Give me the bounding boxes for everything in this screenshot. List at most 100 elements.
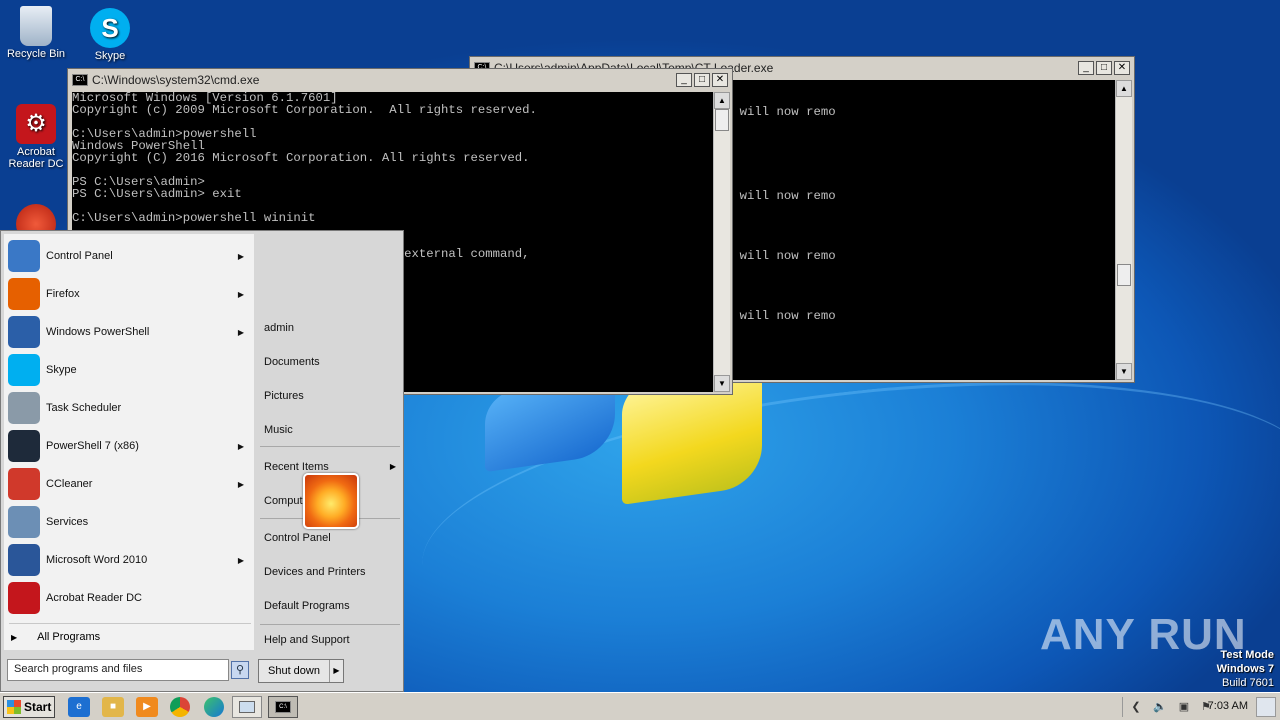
clock-icon (8, 392, 40, 424)
desktop-icon-skype[interactable]: S Skype (74, 8, 146, 62)
start-menu-item-label: CCleaner (46, 478, 93, 490)
start-menu[interactable]: Control Panel ▶ Firefox ▶ Windows PowerShell… (0, 230, 404, 692)
control-panel-icon (8, 240, 40, 272)
start-menu-place-item[interactable]: Devices and Printers (264, 557, 402, 587)
user-avatar[interactable] (303, 473, 359, 529)
chevron-right-icon: ▶ (237, 479, 244, 489)
start-menu-item[interactable]: Task Scheduler (8, 390, 252, 426)
start-menu-place-item[interactable]: Documents (264, 347, 402, 377)
start-menu-place-item[interactable]: admin (264, 313, 402, 343)
chevron-right-icon: ▶ (237, 327, 244, 337)
network-icon[interactable]: ▣ (1177, 700, 1191, 714)
console-icon: C:\ (275, 701, 291, 713)
start-menu-item-label: Control Panel (46, 250, 113, 262)
clock[interactable]: 7:03 AM (1208, 700, 1248, 712)
tray-chevron-icon[interactable]: ❮ (1129, 700, 1143, 714)
media-player-icon[interactable]: ▶ (136, 697, 158, 717)
console-icon: C:\ (72, 74, 88, 86)
start-menu-item-label: Acrobat Reader DC (46, 592, 142, 604)
start-menu-places: admin Documents Pictures Music ▶ Recent Items… (258, 234, 402, 650)
taskbar: Start e ■ ▶ C:\ ❮ 🔈 ▣ ⚑ 7:03 AM (0, 692, 1280, 720)
divider (260, 446, 400, 447)
shutdown-label: Shut down (268, 665, 320, 677)
chevron-right-icon: ▶ (237, 555, 244, 565)
window-icon (239, 701, 255, 713)
test-mode-notice: Test Mode Windows 7 Build 7601 (1217, 648, 1274, 690)
acrobat-icon: ⚙ (16, 104, 56, 144)
ie-icon[interactable]: e (68, 697, 90, 717)
test-mode-line: Test Mode (1220, 649, 1274, 661)
divider (260, 624, 400, 625)
start-menu-item-label: Task Scheduler (46, 402, 122, 414)
start-menu-item[interactable]: PowerShell 7 (x86) ▶ (8, 428, 252, 464)
minimize-button[interactable]: _ (676, 73, 692, 87)
start-menu-place-item[interactable]: Default Programs (264, 591, 402, 621)
skype-icon: S (90, 8, 130, 48)
search-input[interactable]: Search programs and files (7, 659, 229, 681)
scroll-up-button[interactable]: ▲ (714, 92, 730, 109)
taskbar-cmd-button[interactable]: C:\ (268, 696, 298, 718)
recycle-bin-icon (20, 6, 52, 46)
chevron-right-icon[interactable]: ▶ (329, 660, 343, 682)
console-line: Copyright (c) 2009 Microsoft Corporation… (72, 103, 537, 117)
start-menu-item[interactable]: Windows PowerShell ▶ (8, 314, 252, 350)
start-menu-place-item[interactable]: Help and Support (264, 625, 402, 655)
gears-icon (8, 506, 40, 538)
search-icon[interactable]: ⚲ (231, 661, 249, 679)
desktop-icon-recycle-bin[interactable]: Recycle Bin (0, 6, 72, 60)
taskbar-window-button[interactable] (232, 696, 262, 718)
skype-icon (8, 354, 40, 386)
start-menu-item-label: Microsoft Word 2010 (46, 554, 148, 566)
maximize-button[interactable]: □ (694, 73, 710, 87)
chevron-right-icon: ▶ (11, 633, 18, 642)
folder-icon[interactable]: ■ (102, 697, 124, 717)
start-menu-place-item[interactable]: Music (264, 415, 402, 445)
volume-icon[interactable]: 🔈 (1153, 700, 1167, 714)
start-menu-item-label: Skype (46, 364, 77, 376)
shutdown-button[interactable]: Shut down ▶ (258, 659, 344, 683)
start-menu-item[interactable]: Microsoft Word 2010 ▶ (8, 542, 252, 578)
powershell7-icon (8, 430, 40, 462)
close-button[interactable]: ✕ (712, 73, 728, 87)
start-label: Start (24, 700, 52, 714)
minimize-button[interactable]: _ (1078, 61, 1094, 75)
chrome-icon[interactable] (170, 697, 190, 717)
scroll-up-button[interactable]: ▲ (1116, 80, 1132, 97)
word-icon (8, 544, 40, 576)
console-line: PS C:\Users\admin> exit (72, 187, 242, 201)
powershell-icon (8, 316, 40, 348)
start-menu-item[interactable]: CCleaner ▶ (8, 466, 252, 502)
console-scrollbar[interactable]: ▲ ▼ (713, 92, 730, 392)
start-button[interactable]: Start (3, 696, 55, 718)
scroll-down-button[interactable]: ▼ (714, 375, 730, 392)
start-menu-item[interactable]: Services (8, 504, 252, 540)
all-programs-item[interactable]: ▶ All Programs (11, 631, 100, 643)
start-menu-item[interactable]: Skype (8, 352, 252, 388)
os-name-line: Windows 7 (1216, 663, 1274, 675)
windows-flag-icon (7, 700, 21, 714)
start-menu-item-label: PowerShell 7 (x86) (46, 440, 139, 452)
close-button[interactable]: ✕ (1114, 61, 1130, 75)
start-menu-programs: Control Panel ▶ Firefox ▶ Windows PowerShell… (4, 234, 254, 650)
chevron-right-icon: ▶ (237, 251, 244, 261)
desktop-icon-acrobat[interactable]: ⚙ Acrobat Reader DC (0, 104, 72, 170)
scroll-down-button[interactable]: ▼ (1116, 363, 1132, 380)
start-menu-item[interactable]: Acrobat Reader DC (8, 580, 252, 616)
show-desktop-button[interactable] (1256, 697, 1276, 717)
start-menu-place-item[interactable]: Pictures (264, 381, 402, 411)
build-line: Build 7601 (1222, 677, 1274, 689)
desktop-icon-label: Recycle Bin (6, 48, 66, 60)
edge-icon[interactable] (204, 697, 224, 717)
start-menu-item[interactable]: Control Panel ▶ (8, 238, 252, 274)
console-scrollbar[interactable]: ▲ ▼ (1115, 80, 1132, 380)
maximize-button[interactable]: □ (1096, 61, 1112, 75)
console-line: Copyright (C) 2016 Microsoft Corporation… (72, 151, 530, 165)
chevron-right-icon: ▶ (237, 441, 244, 451)
ccleaner-icon (8, 468, 40, 500)
console-line: C:\Users\admin>powershell wininit (72, 211, 316, 225)
start-menu-item[interactable]: Firefox ▶ (8, 276, 252, 312)
scroll-thumb[interactable] (715, 109, 729, 131)
cmd-titlebar[interactable]: C:\ C:\Windows\system32\cmd.exe _ □ ✕ (68, 69, 732, 91)
start-menu-item-label: Windows PowerShell (46, 326, 150, 338)
scroll-thumb[interactable] (1117, 264, 1131, 286)
